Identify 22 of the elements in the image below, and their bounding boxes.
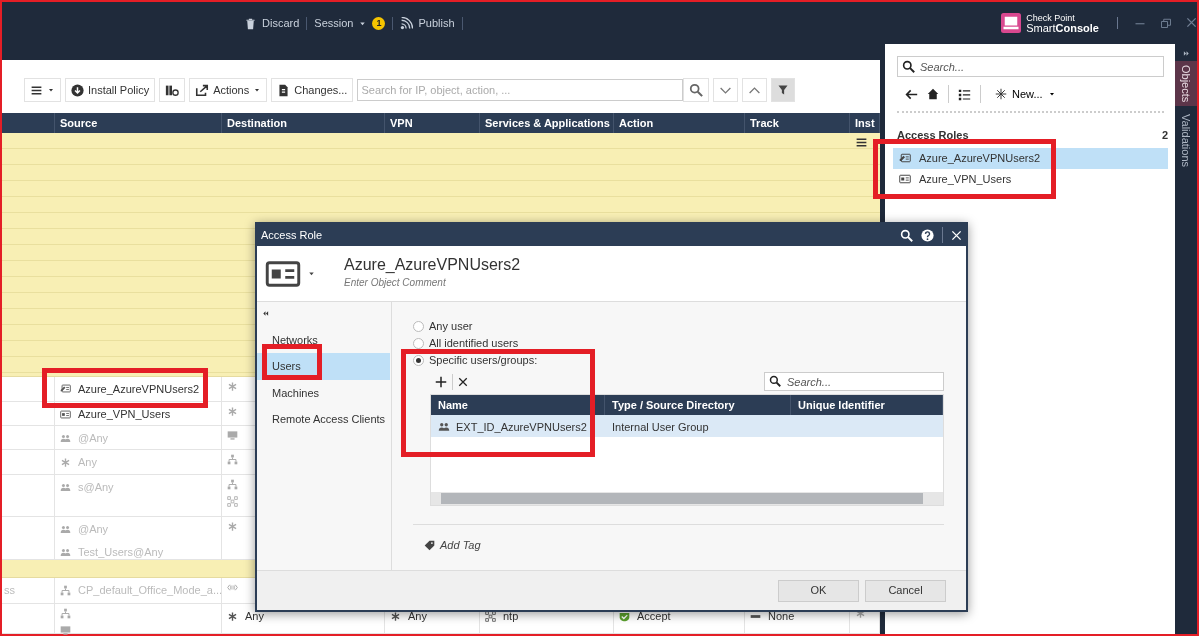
cell-text: s@Any [78, 480, 114, 496]
brand-name: Check Point [1026, 13, 1076, 23]
table-cell-text: EXT_ID_AzureVPNUsers2 [456, 420, 587, 435]
table-cell-text: Internal User Group [612, 420, 709, 435]
cell-text: Azure_VPN_Users [78, 407, 171, 423]
cell-text: Any [408, 609, 427, 624]
cell-text: Any [245, 609, 264, 624]
group-title: Access Roles [897, 128, 969, 143]
cell-text: ntp [503, 609, 519, 624]
notification-badge: 1 [372, 16, 386, 30]
product-name: SmartConsole [1026, 23, 1099, 33]
cell-text: None [768, 609, 795, 624]
cell-text: Any [78, 455, 97, 471]
cell-text: Accept [637, 609, 671, 624]
cell-text: Test_Users@Any [78, 544, 164, 560]
cell-text: ss [4, 583, 16, 599]
group-count: 2 [1161, 128, 1168, 143]
cell-text: @Any [78, 522, 109, 538]
cell-text: CP_default_Office_Mode_a... [78, 583, 223, 599]
dialog-title: Access Role [261, 227, 323, 243]
cell-text: @Any [78, 431, 109, 447]
cell-text: Azure_AzureVPNUsers2 [78, 381, 200, 397]
